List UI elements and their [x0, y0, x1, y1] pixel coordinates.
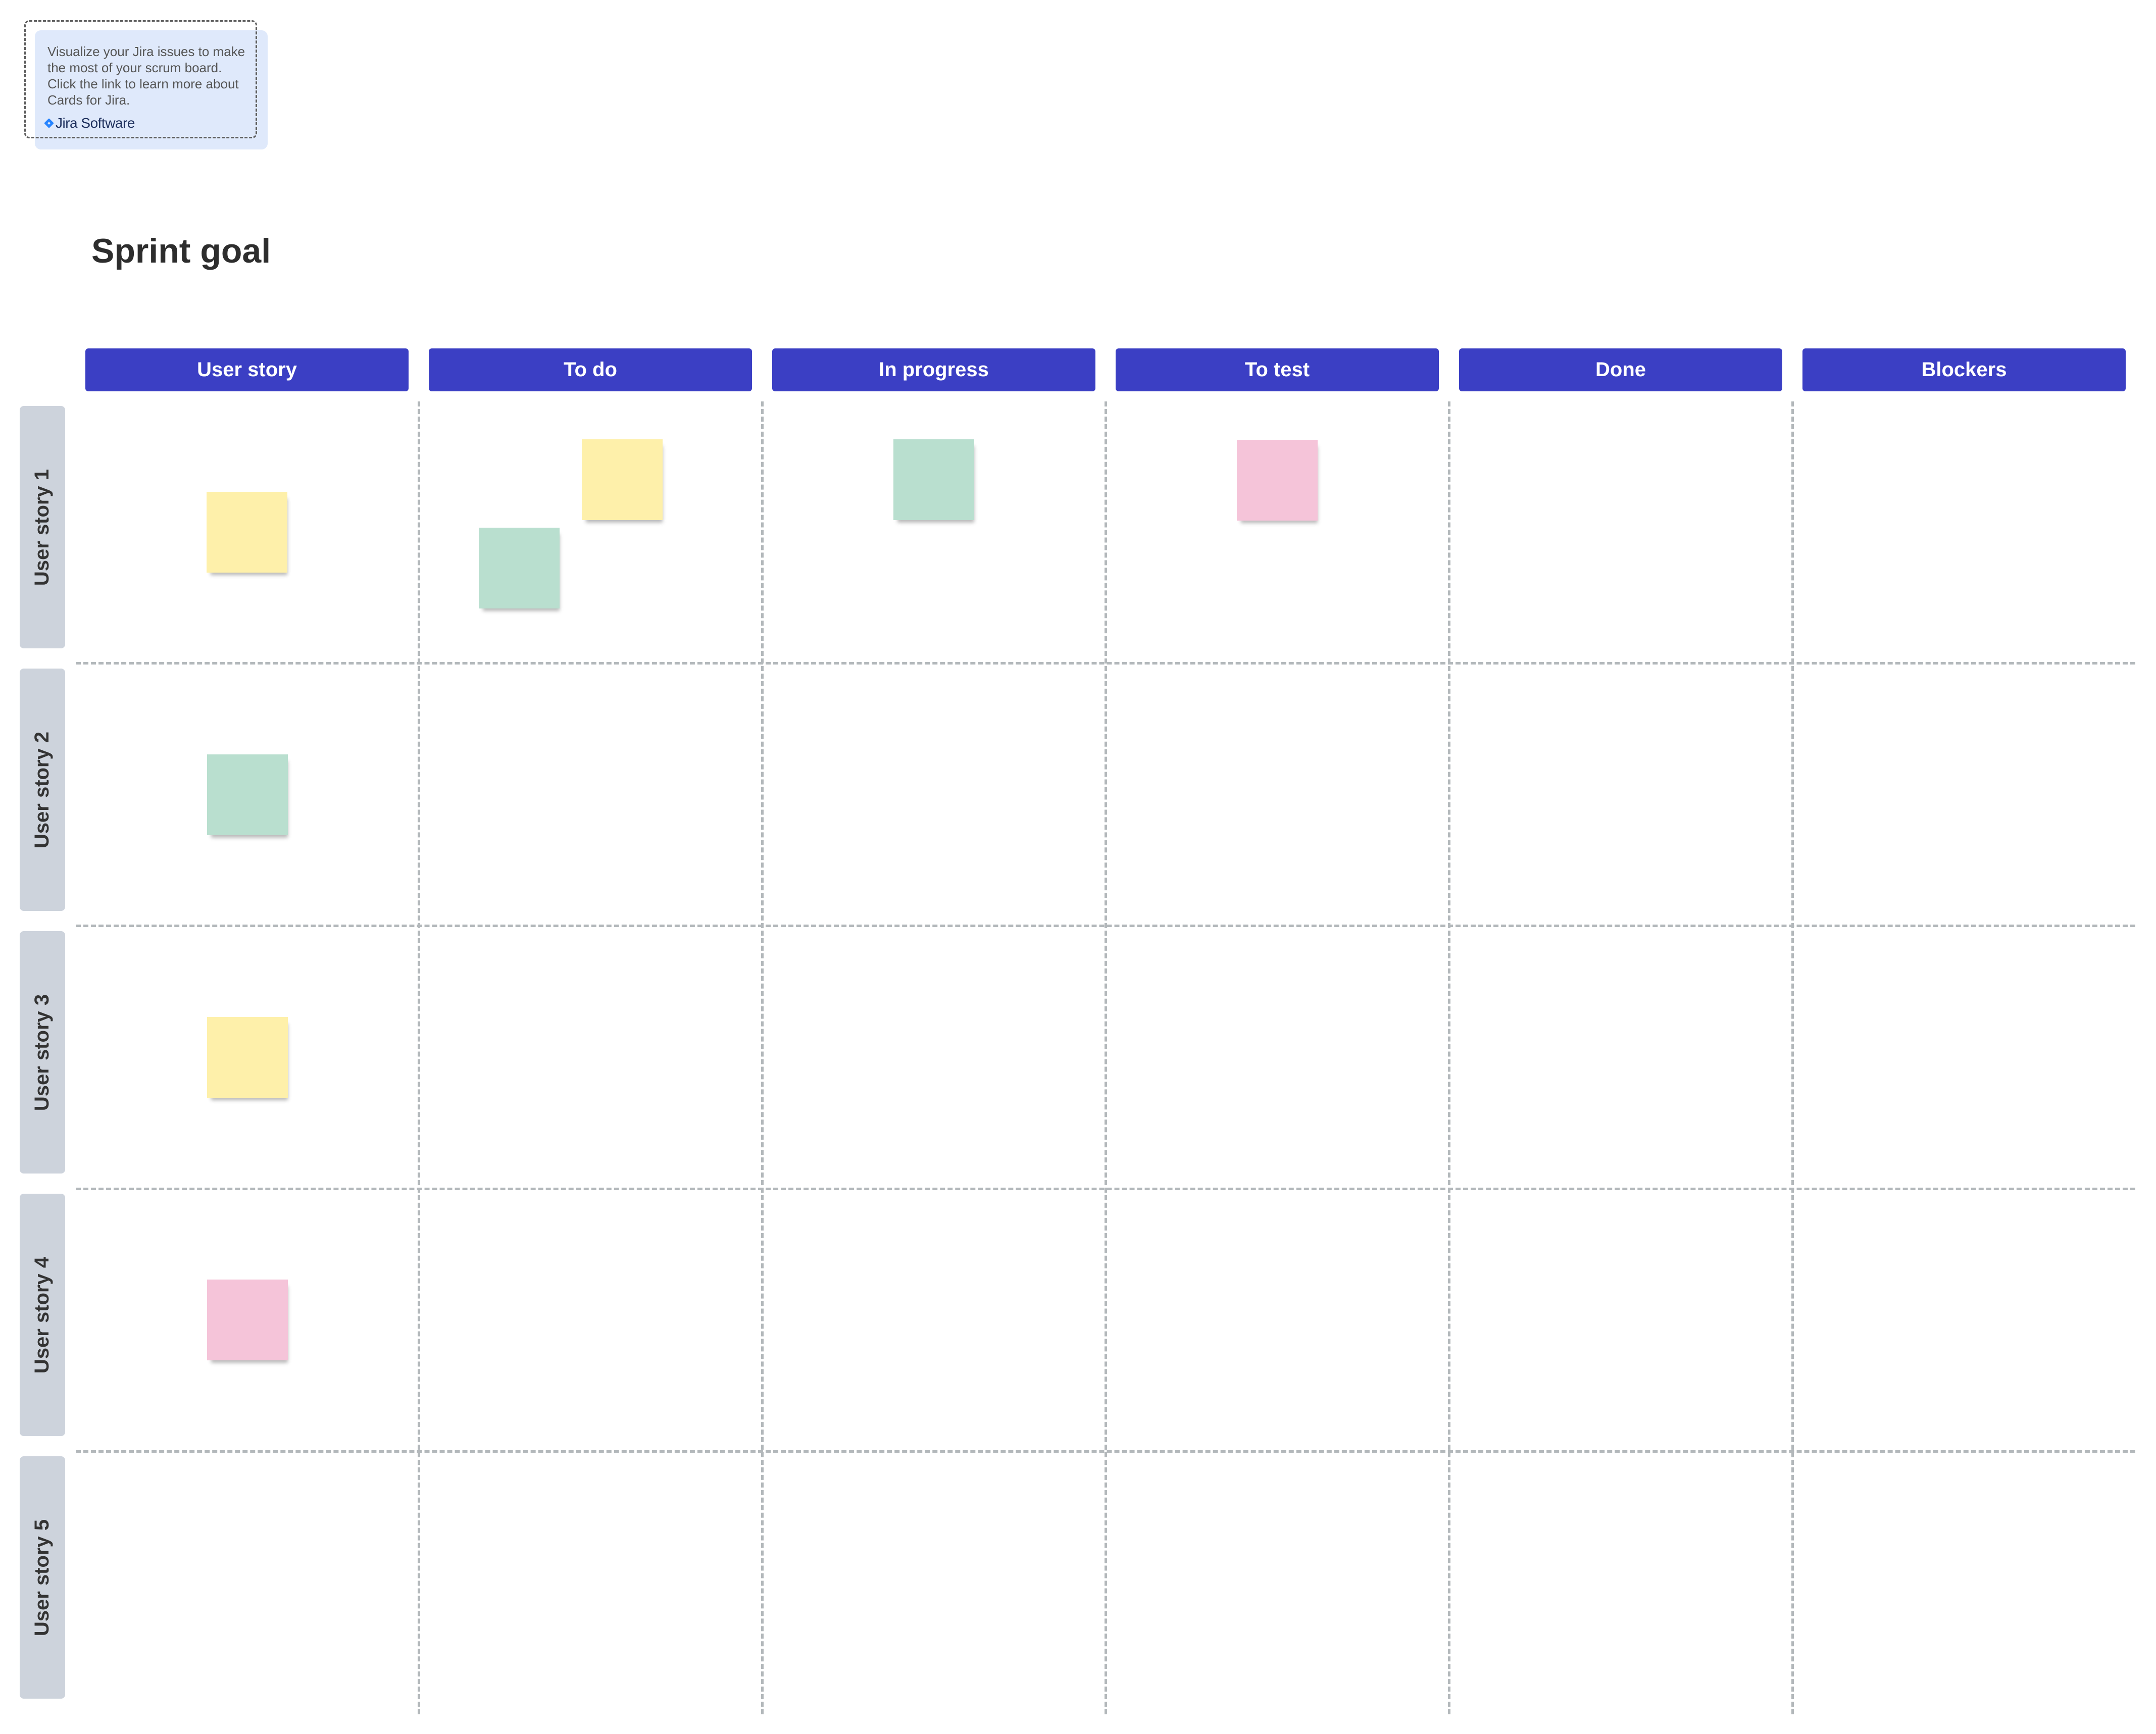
jira-info-card[interactable]: Visualize your Jira issues to make the m… [35, 30, 268, 149]
sticky-note-pink[interactable] [1237, 440, 1318, 521]
sticky-note-green[interactable] [207, 754, 288, 835]
column-header-label: To do [564, 359, 617, 381]
board-title[interactable]: Sprint goal [91, 231, 271, 271]
column-header-label: Blockers [1921, 359, 2007, 381]
column-header-in-progress[interactable]: In progress [772, 348, 1095, 391]
row-label-text: User story 2 [31, 731, 54, 848]
row-label-text: User story 4 [31, 1256, 54, 1373]
column-header-label: Done [1595, 359, 1646, 381]
column-divider [418, 401, 420, 1714]
column-header-done[interactable]: Done [1459, 348, 1782, 391]
jira-diamond-icon [44, 119, 54, 128]
column-divider [1105, 401, 1107, 1714]
column-header-blockers[interactable]: Blockers [1802, 348, 2126, 391]
sticky-note-green[interactable] [893, 439, 974, 520]
jira-software-link[interactable]: Jira Software [44, 115, 135, 131]
column-divider [1791, 401, 1794, 1714]
jira-info-text: Visualize your Jira issues to make the m… [47, 44, 245, 108]
row-label-text: User story 3 [31, 994, 54, 1111]
row-label-user-story-4[interactable]: User story 4 [20, 1194, 65, 1436]
row-label-user-story-3[interactable]: User story 3 [20, 931, 65, 1174]
column-divider [1448, 401, 1450, 1714]
column-header-label: In progress [879, 359, 989, 381]
sticky-note-yellow[interactable] [582, 439, 663, 520]
sticky-note-yellow[interactable] [207, 1017, 288, 1098]
row-label-user-story-5[interactable]: User story 5 [20, 1456, 65, 1699]
column-header-user-story[interactable]: User story [85, 348, 409, 391]
column-header-to-do[interactable]: To do [429, 348, 752, 391]
row-divider [76, 925, 2135, 927]
sticky-note-pink[interactable] [207, 1280, 288, 1360]
jira-software-label: Jira Software [56, 115, 135, 131]
column-divider [761, 401, 764, 1714]
row-label-user-story-2[interactable]: User story 2 [20, 669, 65, 911]
column-header-label: User story [197, 359, 297, 381]
row-divider [76, 1188, 2135, 1190]
column-header-to-test[interactable]: To test [1116, 348, 1439, 391]
row-label-text: User story 1 [31, 469, 54, 586]
row-divider [76, 662, 2135, 665]
row-label-user-story-1[interactable]: User story 1 [20, 406, 65, 648]
row-divider [76, 1450, 2135, 1453]
sticky-note-yellow[interactable] [207, 492, 287, 573]
column-header-label: To test [1244, 359, 1310, 381]
row-label-text: User story 5 [31, 1519, 54, 1636]
sticky-note-green[interactable] [479, 528, 560, 608]
